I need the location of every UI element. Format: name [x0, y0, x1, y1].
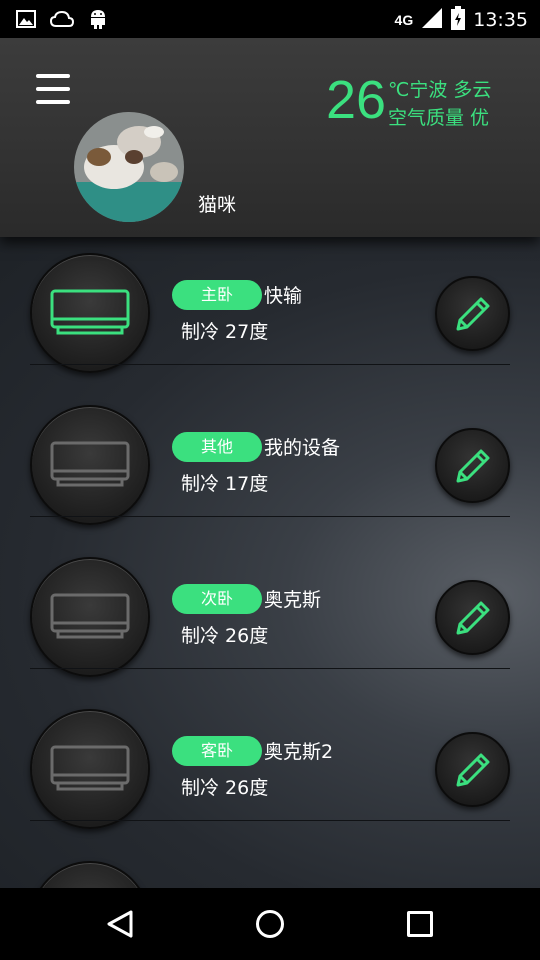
air-conditioner-icon: [50, 593, 130, 639]
image-icon: [16, 10, 36, 32]
device-name: 我的设备: [264, 437, 341, 459]
home-icon[interactable]: [256, 910, 284, 938]
network-type: 4G: [394, 12, 414, 28]
ac-power-button[interactable]: [30, 405, 150, 525]
pencil-icon: [456, 297, 490, 331]
pencil-icon: [456, 449, 490, 483]
air-conditioner-icon: [50, 745, 130, 791]
pencil-icon: [456, 753, 490, 787]
air-quality: 空气质量 优: [388, 107, 490, 129]
pencil-icon: [456, 601, 490, 635]
ac-power-button[interactable]: [30, 861, 150, 888]
weather-location: ℃宁波 多云: [388, 79, 492, 101]
device-row[interactable]: 客卧 奥克斯2 制冷 26度: [0, 669, 540, 829]
room-tag: 客卧: [172, 736, 262, 766]
temperature: 26: [326, 70, 387, 130]
cloud-icon: [49, 10, 75, 32]
air-conditioner-icon: [50, 289, 130, 335]
device-name: 快输: [264, 285, 303, 307]
header: 猫咪 26 ℃宁波 多云 空气质量 优: [0, 38, 540, 237]
edit-button[interactable]: [435, 428, 510, 503]
device-list: 主卧 快输 制冷 27度 其他 我的设备 制冷 17度 次卧 奥克斯 制冷 26…: [0, 237, 540, 888]
device-row[interactable]: 其他 我的设备 制冷 17度: [0, 365, 540, 525]
device-row[interactable]: 次卧 奥克斯 制冷 26度: [0, 517, 540, 677]
ac-power-button[interactable]: [30, 709, 150, 829]
user-name: 猫咪: [198, 194, 237, 216]
device-state: 制冷 26度: [181, 625, 269, 647]
edit-button[interactable]: [435, 580, 510, 655]
device-name: 奥克斯2: [264, 741, 334, 763]
ac-power-button[interactable]: [30, 557, 150, 677]
device-name: 奥克斯: [264, 589, 322, 611]
recent-apps-icon[interactable]: [407, 911, 433, 937]
navigation-bar: [0, 888, 540, 960]
status-bar: 4G 13:35: [0, 0, 540, 38]
device-state: 制冷 27度: [181, 321, 269, 343]
room-tag: 主卧: [172, 280, 262, 310]
clock: 13:35: [473, 9, 528, 31]
device-row[interactable]: 主卧 快输 制冷 27度: [0, 237, 540, 373]
room-tag: 其他: [172, 432, 262, 462]
device-row[interactable]: [0, 821, 540, 888]
device-state: 制冷 26度: [181, 777, 269, 799]
edit-button[interactable]: [435, 276, 510, 351]
ac-power-button[interactable]: [30, 253, 150, 373]
edit-button[interactable]: [435, 732, 510, 807]
weather-info: ℃宁波 多云 空气质量 优: [388, 76, 491, 132]
android-icon: [88, 8, 108, 34]
menu-icon: [36, 74, 70, 78]
air-conditioner-icon: [50, 441, 130, 487]
device-state: 制冷 17度: [181, 473, 269, 495]
avatar[interactable]: [74, 112, 184, 222]
signal-icon: [421, 7, 443, 33]
back-icon[interactable]: [106, 909, 134, 939]
menu-button[interactable]: [36, 74, 70, 106]
battery-icon: [451, 6, 466, 34]
room-tag: 次卧: [172, 584, 262, 614]
